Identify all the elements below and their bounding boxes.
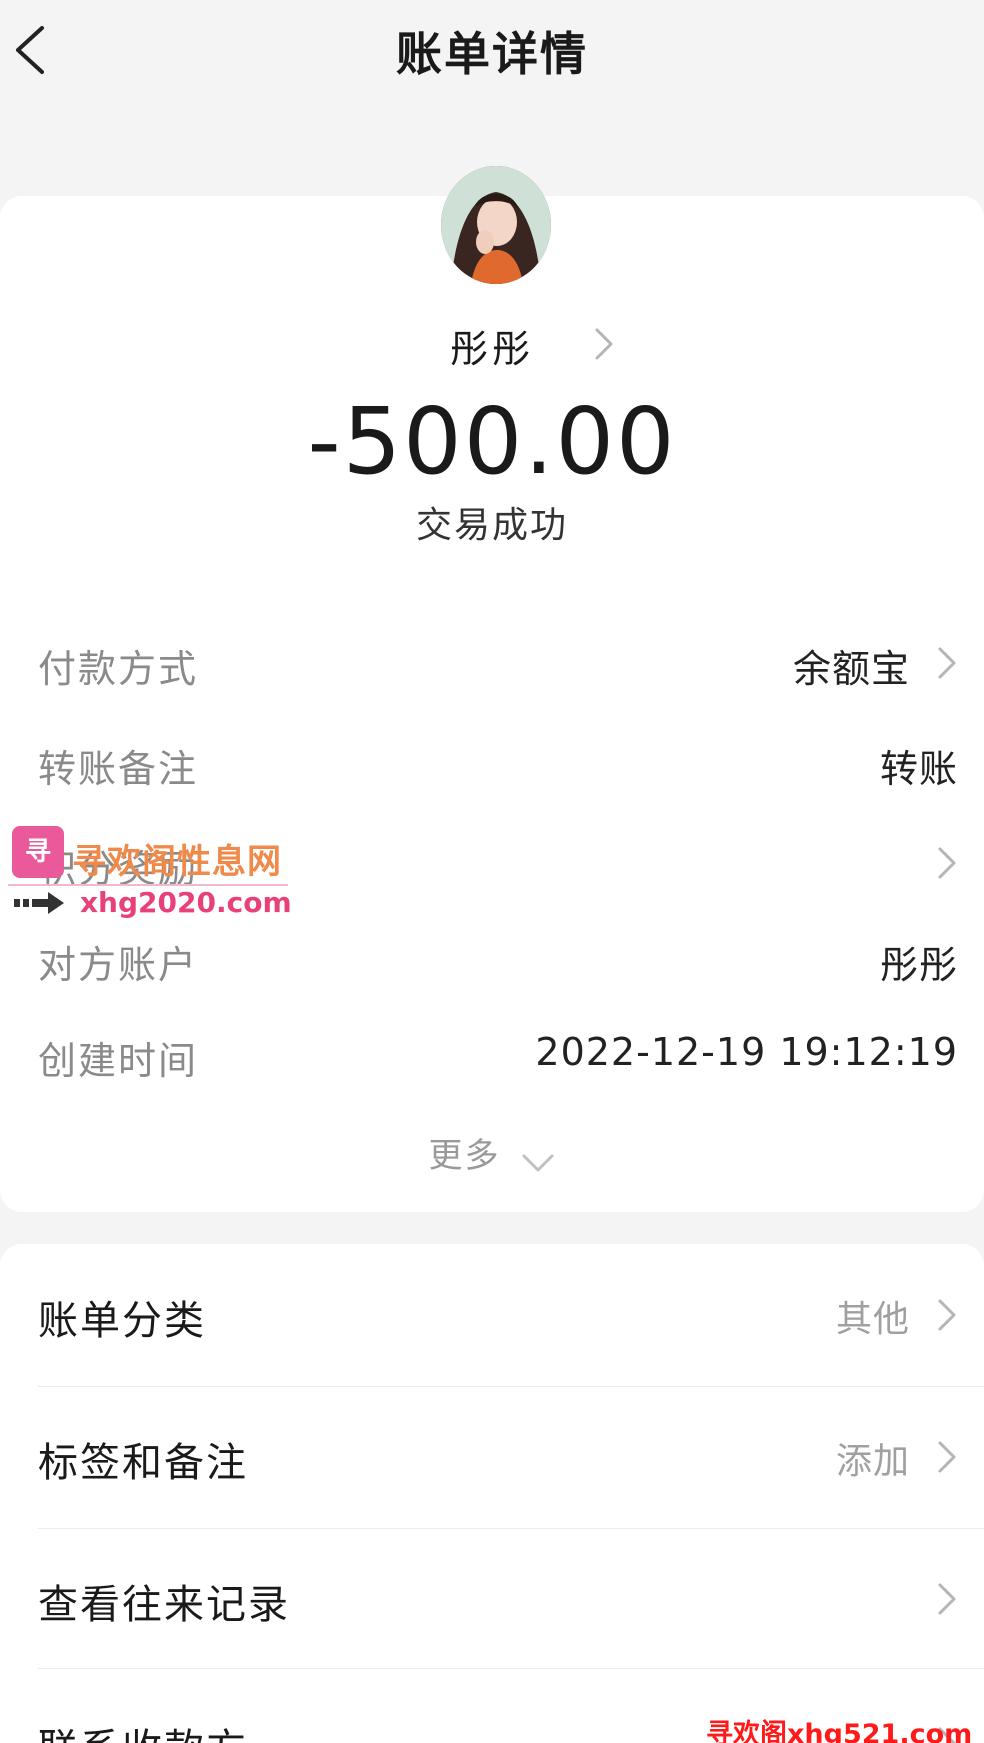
detail-value: 余额宝 <box>792 647 910 691</box>
list-item-value: 添加 <box>835 1441 910 1482</box>
avatar-photo <box>441 166 551 284</box>
page-title: 账单详情 <box>396 27 588 81</box>
detail-label: 对方账户 <box>38 943 199 987</box>
detail-row-payment-method[interactable]: 付款方式 余额宝 <box>38 632 958 692</box>
chevron-right-icon <box>938 647 956 679</box>
transaction-status: 交易成功 <box>415 505 568 546</box>
bill-detail-page: 账单详情 彤彤 -500.00 交易成功 付款方式 余额宝 转账备注 转账 积分 <box>0 0 984 1743</box>
chevron-right-icon <box>938 1299 956 1331</box>
list-item-label: 查看往来记录 <box>38 1582 290 1628</box>
list-item-tags-notes[interactable]: 标签和备注 添加 <box>38 1386 958 1528</box>
detail-row-created-time: 创建时间 2022-12-19 19:12:19 <box>38 1024 958 1084</box>
chevron-down-icon <box>522 1154 554 1171</box>
more-toggle[interactable]: 更多 <box>0 1128 984 1177</box>
detail-label: 创建时间 <box>38 1039 199 1083</box>
transaction-amount: -500.00 <box>307 388 677 495</box>
detail-label: 付款方式 <box>38 647 199 691</box>
chevron-right-icon <box>938 1583 956 1615</box>
list-item-bill-category[interactable]: 账单分类 其他 <box>38 1244 958 1386</box>
detail-row-transfer-note: 转账备注 转账 <box>38 732 958 792</box>
detail-label: 转账备注 <box>38 747 199 791</box>
payee-name: 彤彤 <box>449 327 534 371</box>
watermark-url: xhg2020.com <box>80 886 292 919</box>
payee-row[interactable]: 彤彤 <box>0 318 984 373</box>
list-item-value: 其他 <box>835 1299 910 1340</box>
watermark-badge: 寻 <box>12 826 64 878</box>
watermark-text: 寻欢阁性息网 <box>72 842 282 882</box>
detail-row-counterparty-account: 对方账户 彤彤 <box>38 928 958 988</box>
list-item-label: 账单分类 <box>38 1298 206 1344</box>
payee-avatar[interactable] <box>441 166 551 284</box>
detail-value: 2022-12-19 19:12:19 <box>535 1030 958 1074</box>
chevron-right-icon <box>938 1441 956 1473</box>
chevron-right-icon <box>938 847 956 879</box>
chevron-right-icon <box>595 328 613 360</box>
list-item-view-history[interactable]: 查看往来记录 <box>38 1528 958 1670</box>
arrow-right-icon <box>14 892 64 914</box>
list-item-label: 联系收款方 <box>38 1716 248 1743</box>
header: 账单详情 <box>0 0 984 110</box>
detail-value: 彤彤 <box>879 943 958 987</box>
list-item-label: 标签和备注 <box>38 1440 248 1486</box>
more-label: 更多 <box>428 1136 501 1176</box>
watermark-bottom: 寻欢阁xhg521.com <box>706 1719 973 1743</box>
detail-value: 转账 <box>879 747 958 791</box>
